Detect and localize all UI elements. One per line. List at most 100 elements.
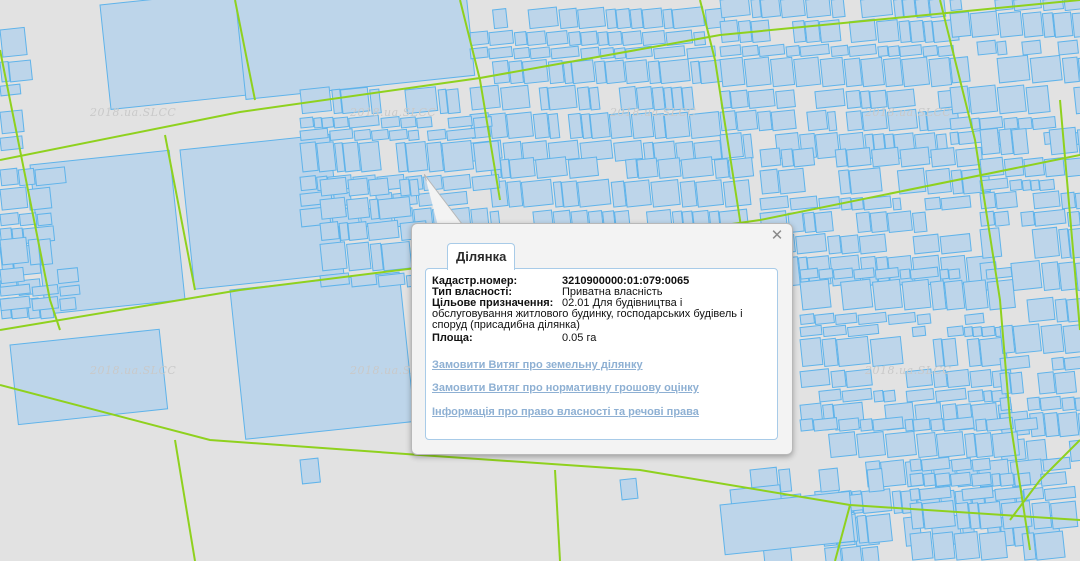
land-parcel[interactable] <box>968 84 999 115</box>
land-parcel[interactable] <box>860 56 885 88</box>
land-parcel[interactable] <box>567 156 600 179</box>
land-parcel[interactable] <box>979 116 1004 131</box>
land-parcel[interactable] <box>1026 396 1041 412</box>
land-parcel[interactable] <box>901 56 931 88</box>
land-parcel[interactable] <box>472 116 493 129</box>
land-parcel[interactable] <box>830 0 846 19</box>
land-parcel[interactable] <box>576 86 591 111</box>
land-parcel[interactable] <box>604 59 626 85</box>
land-parcel[interactable] <box>799 278 832 311</box>
land-parcel[interactable] <box>624 179 652 208</box>
land-parcel[interactable] <box>719 56 746 88</box>
land-parcel[interactable] <box>966 337 982 368</box>
land-parcel[interactable] <box>802 211 817 234</box>
land-parcel[interactable] <box>759 195 790 211</box>
land-parcel[interactable] <box>719 19 740 44</box>
land-parcel[interactable] <box>874 267 900 280</box>
land-parcel[interactable] <box>921 499 956 530</box>
land-parcel[interactable] <box>59 296 77 312</box>
land-parcel[interactable] <box>647 60 662 85</box>
land-parcel[interactable] <box>658 58 691 85</box>
land-parcel[interactable] <box>0 295 31 312</box>
land-parcel[interactable] <box>529 46 551 60</box>
land-parcel[interactable] <box>366 219 400 241</box>
land-parcel[interactable] <box>985 266 1013 280</box>
land-parcel[interactable] <box>983 390 993 403</box>
land-parcel[interactable] <box>792 147 816 168</box>
land-parcel[interactable] <box>8 59 33 83</box>
land-parcel[interactable] <box>941 337 959 368</box>
land-parcel[interactable] <box>873 389 885 403</box>
land-parcel[interactable] <box>789 195 819 211</box>
land-parcel[interactable] <box>719 0 751 19</box>
land-parcel[interactable] <box>377 196 412 220</box>
land-parcel[interactable] <box>972 326 983 338</box>
land-parcel[interactable] <box>935 431 966 459</box>
land-parcel[interactable] <box>621 30 643 47</box>
land-parcel[interactable] <box>924 196 942 211</box>
land-parcel[interactable] <box>59 284 81 297</box>
land-parcel[interactable] <box>491 59 511 85</box>
land-parcel[interactable] <box>597 31 609 47</box>
land-parcel[interactable] <box>887 45 901 58</box>
land-parcel[interactable] <box>505 111 534 140</box>
land-parcel[interactable] <box>1062 324 1080 354</box>
land-parcel[interactable] <box>909 472 925 487</box>
land-parcel[interactable] <box>899 146 931 168</box>
land-parcel[interactable] <box>1029 54 1063 84</box>
land-parcel[interactable] <box>840 278 874 311</box>
land-parcel[interactable] <box>641 29 666 47</box>
land-parcel[interactable] <box>901 278 932 311</box>
land-parcel[interactable] <box>769 56 796 88</box>
land-parcel[interactable] <box>680 156 714 179</box>
land-parcel[interactable] <box>834 312 858 326</box>
land-parcel[interactable] <box>313 117 323 129</box>
land-parcel[interactable] <box>662 8 674 30</box>
land-parcel[interactable] <box>911 325 927 338</box>
land-parcel[interactable] <box>605 8 618 30</box>
land-parcel[interactable] <box>916 313 932 326</box>
land-parcel[interactable] <box>615 8 632 30</box>
land-parcel[interactable] <box>580 30 599 47</box>
land-parcel[interactable] <box>996 84 1027 115</box>
land-parcel[interactable] <box>869 211 889 234</box>
land-parcel[interactable] <box>858 233 888 255</box>
land-parcel[interactable] <box>1010 259 1043 292</box>
land-parcel[interactable] <box>843 57 863 88</box>
land-parcel[interactable] <box>912 417 931 432</box>
land-parcel[interactable] <box>818 268 834 280</box>
land-parcel[interactable] <box>1057 411 1080 438</box>
land-parcel[interactable] <box>1013 472 1032 487</box>
land-parcel[interactable] <box>821 337 839 368</box>
land-parcel[interactable] <box>830 369 847 389</box>
land-parcel[interactable] <box>930 147 956 168</box>
land-parcel[interactable] <box>832 267 854 280</box>
land-parcel[interactable] <box>949 471 972 487</box>
land-parcel[interactable] <box>445 88 461 115</box>
land-parcel[interactable] <box>299 141 319 173</box>
land-parcel[interactable] <box>319 241 348 272</box>
land-parcel[interactable] <box>892 197 902 211</box>
land-parcel[interactable] <box>568 31 582 47</box>
land-parcel[interactable] <box>1030 179 1041 192</box>
land-parcel[interactable] <box>943 279 966 311</box>
land-parcel[interactable] <box>969 10 1000 38</box>
land-parcel[interactable] <box>370 128 390 141</box>
land-parcel[interactable] <box>1009 371 1025 395</box>
land-parcel[interactable] <box>750 0 762 19</box>
land-parcel[interactable] <box>1041 261 1061 292</box>
land-parcel[interactable] <box>996 54 1031 84</box>
land-parcel[interactable] <box>526 30 547 47</box>
land-parcel[interactable] <box>981 325 996 338</box>
land-parcel[interactable] <box>922 44 939 58</box>
land-parcel[interactable] <box>929 280 947 311</box>
land-parcel[interactable] <box>547 113 561 140</box>
land-parcel[interactable] <box>570 59 596 85</box>
land-parcel[interactable] <box>909 488 921 501</box>
land-parcel[interactable] <box>994 486 1023 501</box>
land-parcel[interactable] <box>594 60 607 85</box>
land-parcel[interactable] <box>770 109 797 132</box>
land-parcel[interactable] <box>347 221 369 241</box>
land-parcel[interactable] <box>319 176 348 197</box>
land-parcel[interactable] <box>346 241 372 272</box>
